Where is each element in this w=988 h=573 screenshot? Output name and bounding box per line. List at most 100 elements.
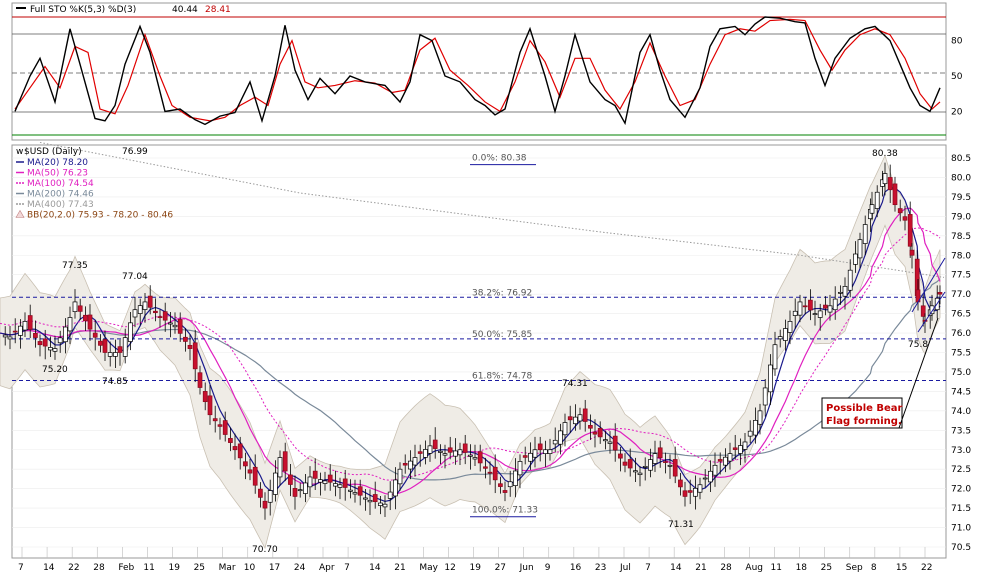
candle-up bbox=[642, 465, 648, 468]
legend-item: MA(200) 74.46 bbox=[27, 190, 94, 200]
candle-up bbox=[67, 317, 73, 332]
candle-down bbox=[212, 418, 218, 422]
x-tick-label: 23 bbox=[595, 563, 606, 573]
candle-up bbox=[528, 452, 533, 462]
candle-up bbox=[382, 503, 388, 508]
candle-up bbox=[762, 387, 768, 406]
candle-up bbox=[832, 298, 838, 311]
candle-up bbox=[303, 482, 308, 494]
candle-down bbox=[177, 319, 183, 334]
fib-label: 61.8%: 74.78 bbox=[472, 372, 533, 382]
candle-up bbox=[783, 328, 788, 341]
legend-symbol-icon: ᴡ bbox=[16, 147, 23, 157]
candle-up bbox=[468, 454, 473, 457]
y-tick-label: 72.0 bbox=[951, 485, 971, 495]
fib-label: 100.0%: 71.33 bbox=[472, 506, 538, 516]
candle-up bbox=[633, 470, 638, 473]
candle-up bbox=[352, 492, 358, 495]
candle-up bbox=[562, 422, 568, 436]
y-tick-label: 80.5 bbox=[951, 154, 971, 164]
candle-down bbox=[232, 446, 238, 451]
candle-down bbox=[487, 471, 493, 474]
y-tick-label: 79.5 bbox=[951, 193, 971, 203]
candle-down bbox=[98, 340, 103, 346]
candle-down bbox=[83, 314, 88, 322]
candle-up bbox=[273, 472, 278, 495]
candle-up bbox=[857, 239, 863, 259]
candle-down bbox=[87, 314, 93, 330]
candle-down bbox=[892, 183, 898, 206]
x-tick-label: 7 bbox=[344, 563, 350, 573]
x-tick-label: Jun bbox=[519, 563, 534, 573]
candle-down bbox=[672, 459, 678, 477]
candle-up bbox=[438, 450, 443, 453]
candle-up bbox=[532, 449, 538, 458]
candle-down bbox=[808, 299, 813, 311]
x-tick-label: 9 bbox=[545, 563, 551, 573]
candle-down bbox=[327, 474, 333, 483]
x-tick-label: 24 bbox=[294, 563, 306, 573]
candle-down bbox=[312, 470, 318, 479]
candle-up bbox=[168, 322, 173, 325]
annotation-low-3: 70.70 bbox=[252, 545, 278, 555]
candle-up bbox=[607, 441, 613, 444]
candle-down bbox=[907, 214, 913, 247]
candle-up bbox=[48, 347, 53, 351]
x-tick-label: Jul bbox=[619, 563, 631, 573]
y-tick-label: 73.5 bbox=[951, 426, 971, 436]
candle-up bbox=[348, 489, 353, 492]
candle-down bbox=[687, 490, 693, 493]
x-tick-label: Sep bbox=[846, 563, 863, 573]
y-tick-label: 77.5 bbox=[951, 271, 971, 281]
note-line-2: Flag forming. bbox=[826, 416, 902, 427]
candle-down bbox=[802, 305, 808, 308]
candle-up bbox=[787, 321, 793, 333]
annotation-high-4: 80.38 bbox=[872, 149, 898, 159]
candle-up bbox=[817, 310, 823, 318]
candle-down bbox=[477, 451, 483, 464]
candle-down bbox=[492, 466, 498, 481]
sto-axis-tick: 80 bbox=[951, 37, 963, 47]
candle-up bbox=[603, 439, 608, 442]
annotation-low-1: 75.20 bbox=[42, 365, 68, 375]
candle-up bbox=[847, 269, 853, 291]
candle-down bbox=[228, 438, 233, 443]
candle-up bbox=[874, 191, 880, 209]
candle-down bbox=[12, 330, 18, 333]
candle-up bbox=[128, 322, 133, 342]
candle-down bbox=[117, 346, 123, 353]
sto-label: Full STO %K(5,3) %D(3) bbox=[30, 5, 136, 15]
candle-down bbox=[588, 425, 593, 429]
sto-k-value: 40.44 bbox=[172, 5, 198, 15]
y-tick-label: 75.0 bbox=[951, 368, 971, 378]
x-tick-label: 12 bbox=[444, 563, 455, 573]
candle-up bbox=[862, 224, 868, 244]
y-tick-label: 80.0 bbox=[951, 173, 971, 183]
candle-up bbox=[547, 449, 553, 454]
x-axis-labels: 7 14 22 28 Feb 11 19 25 Mar 10 17 24 Apr 7 14 21 May 12 19… bbox=[18, 563, 932, 573]
candle-up bbox=[812, 313, 818, 315]
candle-down bbox=[402, 463, 408, 466]
candle-down bbox=[183, 336, 188, 342]
annotation-low-2: 74.85 bbox=[102, 377, 128, 387]
y-tick-label: 71.0 bbox=[951, 524, 971, 534]
fib-label: 38.2%: 76.92 bbox=[472, 288, 532, 298]
x-tick-label: 14 bbox=[43, 563, 55, 573]
candle-up bbox=[827, 305, 833, 313]
candle-up bbox=[667, 464, 673, 467]
sto-axis-tick: 50 bbox=[951, 72, 963, 82]
candle-down bbox=[682, 490, 688, 497]
candle-down bbox=[33, 333, 38, 338]
candle-up bbox=[137, 305, 143, 314]
candle-down bbox=[417, 451, 423, 454]
candle-down bbox=[292, 488, 298, 497]
candle-up bbox=[727, 453, 733, 462]
legend-item: MA(20) 78.20 bbox=[27, 158, 88, 168]
y-tick-label: 72.5 bbox=[951, 465, 971, 475]
candle-down bbox=[462, 443, 468, 453]
candle-up bbox=[457, 449, 463, 456]
candle-up bbox=[842, 286, 848, 297]
candle-down bbox=[252, 466, 258, 486]
x-tick-label: 15 bbox=[896, 563, 907, 573]
annotation-high-3: 74.31 bbox=[562, 379, 588, 389]
